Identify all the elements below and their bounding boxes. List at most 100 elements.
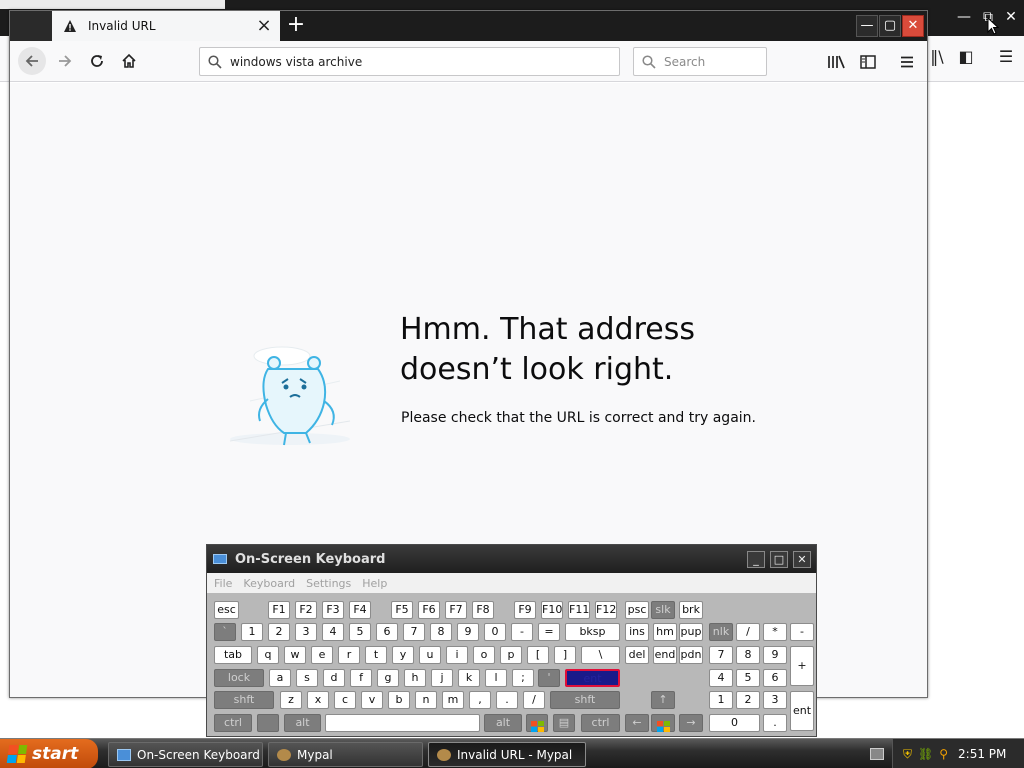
osk-key-ins[interactable]: ins: [625, 623, 649, 641]
osk-key-f5[interactable]: F5: [391, 601, 413, 619]
background-minimize-button[interactable]: —: [953, 6, 975, 28]
tab-invalid-url[interactable]: Invalid URL ×: [52, 11, 280, 41]
osk-close-button[interactable]: ✕: [793, 551, 811, 568]
osk-key-a[interactable]: a: [269, 669, 291, 687]
osk-key-0[interactable]: 0: [709, 714, 760, 732]
osk-key-f2[interactable]: F2: [295, 601, 317, 619]
osk-key-pup[interactable]: pup: [679, 623, 703, 641]
osk-key-shft[interactable]: shft: [214, 691, 274, 709]
osk-key-f[interactable]: f: [350, 669, 372, 687]
osk-key-j[interactable]: j: [431, 669, 453, 687]
osk-key-4[interactable]: 4: [322, 623, 344, 641]
osk-key-f4[interactable]: F4: [349, 601, 371, 619]
osk-key-f3[interactable]: F3: [322, 601, 344, 619]
osk-key-slk[interactable]: slk: [651, 601, 675, 619]
osk-key-windows[interactable]: [651, 714, 675, 732]
osk-key-ctrl[interactable]: ctrl: [581, 714, 620, 732]
osk-key-d[interactable]: d: [323, 669, 345, 687]
home-button[interactable]: [115, 47, 143, 75]
osk-key-m[interactable]: m: [442, 691, 464, 709]
osk-key-2[interactable]: 2: [268, 623, 290, 641]
osk-key-o[interactable]: o: [473, 646, 495, 664]
osk-key-sym49[interactable]: ]: [554, 646, 576, 664]
osk-maximize-button[interactable]: □: [770, 551, 788, 568]
osk-key-sym69[interactable]: ': [538, 669, 560, 687]
osk-key-sym101[interactable]: →: [679, 714, 703, 732]
forward-button[interactable]: [51, 47, 79, 75]
osk-key-f12[interactable]: F12: [595, 601, 617, 619]
osk-key-ent[interactable]: ent: [565, 669, 620, 687]
osk-key-5[interactable]: 5: [736, 669, 760, 687]
tab-close-icon[interactable]: ×: [256, 17, 272, 35]
osk-key-f10[interactable]: F10: [541, 601, 563, 619]
osk-key-f8[interactable]: F8: [472, 601, 494, 619]
osk-key-9[interactable]: 9: [457, 623, 479, 641]
taskbar-item-invalid-url[interactable]: Invalid URL - Mypal: [428, 742, 586, 767]
osk-key-7[interactable]: 7: [709, 646, 733, 664]
osk-key-r[interactable]: r: [338, 646, 360, 664]
sidebar-button[interactable]: [855, 49, 881, 75]
osk-key-del[interactable]: del: [625, 646, 649, 664]
osk-key-p[interactable]: p: [500, 646, 522, 664]
close-button[interactable]: ✕: [902, 15, 924, 37]
osk-key-sym94[interactable]: [325, 714, 480, 732]
osk-key-sym99[interactable]: ←: [625, 714, 649, 732]
osk-key-sym92[interactable]: [257, 714, 279, 732]
osk-key-sym36[interactable]: -: [790, 623, 814, 641]
security-shield-icon[interactable]: ⛨: [903, 747, 912, 762]
osk-key-sym48[interactable]: [: [527, 646, 549, 664]
osk-key-sym35[interactable]: *: [763, 623, 787, 641]
osk-key-4[interactable]: 4: [709, 669, 733, 687]
osk-key-sym16[interactable]: `: [214, 623, 236, 641]
minimize-button[interactable]: —: [856, 15, 878, 37]
osk-key-alt[interactable]: alt: [484, 714, 522, 732]
maximize-button[interactable]: ▢: [879, 15, 901, 37]
search-tray-icon[interactable]: ⚲: [939, 747, 948, 761]
osk-key-tab[interactable]: tab: [214, 646, 252, 664]
osk-key-l[interactable]: l: [485, 669, 507, 687]
osk-key-2[interactable]: 2: [736, 691, 760, 709]
osk-menu-file[interactable]: File: [214, 577, 232, 590]
osk-key-lock[interactable]: lock: [214, 669, 264, 687]
address-bar[interactable]: windows vista archive: [199, 47, 620, 76]
osk-key-k[interactable]: k: [458, 669, 480, 687]
osk-key-windows[interactable]: [526, 714, 548, 732]
network-icon[interactable]: ⛓: [918, 747, 933, 761]
osk-key-sym57[interactable]: +: [790, 646, 814, 686]
search-bar[interactable]: Search: [633, 47, 767, 76]
osk-key-shft[interactable]: shft: [550, 691, 620, 709]
osk-key-3[interactable]: 3: [295, 623, 317, 641]
osk-key-z[interactable]: z: [280, 691, 302, 709]
osk-key-f7[interactable]: F7: [445, 601, 467, 619]
new-tab-button[interactable]: +: [284, 14, 308, 38]
osk-key-ctrl[interactable]: ctrl: [214, 714, 252, 732]
osk-key-g[interactable]: g: [377, 669, 399, 687]
osk-key-8[interactable]: 8: [430, 623, 452, 641]
osk-key-c[interactable]: c: [334, 691, 356, 709]
osk-key-ent[interactable]: ent: [790, 691, 814, 731]
osk-menu-keyboard[interactable]: Keyboard: [243, 577, 295, 590]
osk-key-u[interactable]: u: [419, 646, 441, 664]
osk-key-w[interactable]: w: [284, 646, 306, 664]
osk-key-sym103[interactable]: .: [763, 714, 787, 732]
osk-menu-help[interactable]: Help: [362, 577, 387, 590]
osk-key-7[interactable]: 7: [403, 623, 425, 641]
osk-key-sym84[interactable]: /: [523, 691, 545, 709]
osk-key-esc[interactable]: esc: [214, 601, 239, 619]
osk-key-sym50[interactable]: \: [581, 646, 620, 664]
osk-key-sym97[interactable]: ▤: [553, 714, 575, 732]
osk-key-i[interactable]: i: [446, 646, 468, 664]
osk-key-1[interactable]: 1: [709, 691, 733, 709]
osk-key-x[interactable]: x: [307, 691, 329, 709]
osk-key-0[interactable]: 0: [484, 623, 506, 641]
menu-button[interactable]: [894, 49, 920, 75]
osk-key-bksp[interactable]: bksp: [565, 623, 620, 641]
back-button[interactable]: [18, 47, 46, 75]
osk-key-h[interactable]: h: [404, 669, 426, 687]
osk-key-y[interactable]: y: [392, 646, 414, 664]
osk-key-f9[interactable]: F9: [514, 601, 536, 619]
osk-key-3[interactable]: 3: [763, 691, 787, 709]
library-button[interactable]: [823, 49, 849, 75]
osk-key-9[interactable]: 9: [763, 646, 787, 664]
osk-key-sym28[interactable]: =: [538, 623, 560, 641]
